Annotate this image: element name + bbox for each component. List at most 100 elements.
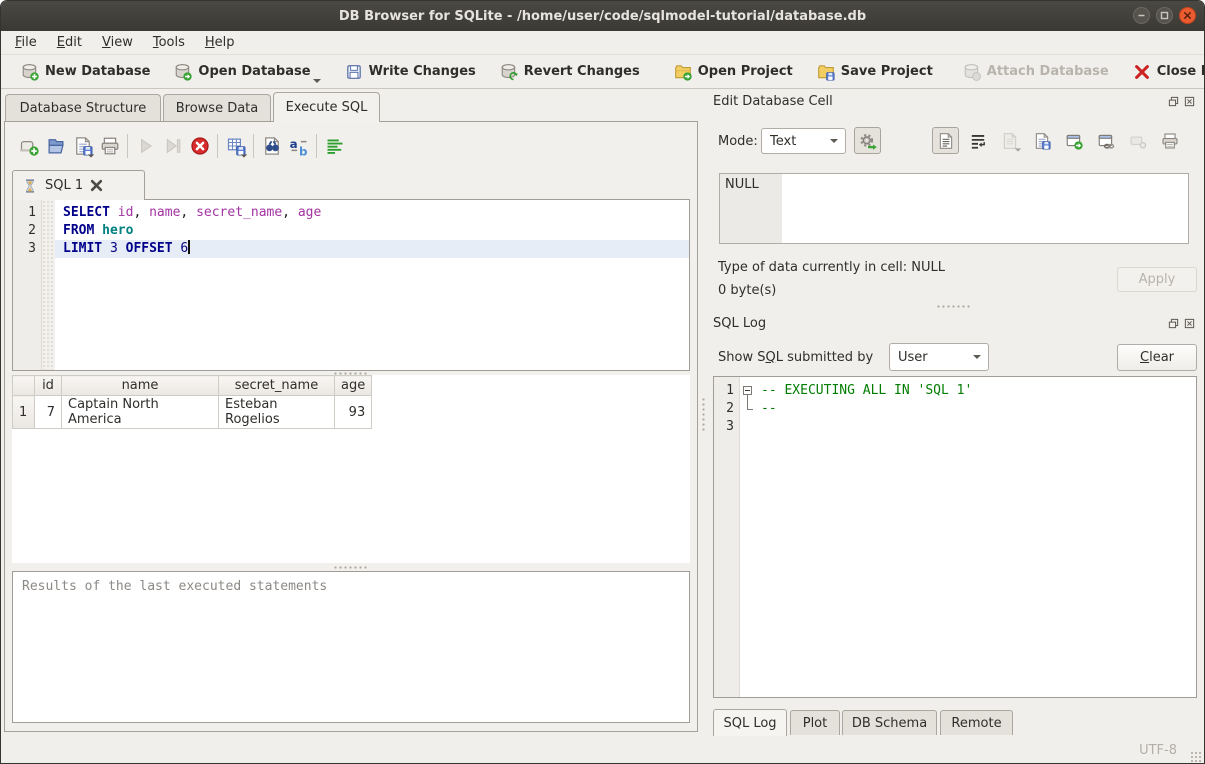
table-cell[interactable]: Esteban Rogelios <box>219 396 335 429</box>
open-external-button[interactable] <box>1060 127 1087 154</box>
attach-database-button[interactable]: Attach Database <box>951 58 1121 86</box>
find-replace-button[interactable]: ab <box>285 133 312 160</box>
toolbar-button-label: Open Database <box>198 64 310 79</box>
log-filter-select[interactable]: User <box>889 343 989 371</box>
export-results-button[interactable] <box>222 133 249 160</box>
apply-button[interactable]: Apply <box>1117 267 1197 292</box>
table-row[interactable]: 17Captain North AmericaEsteban Rogelios9… <box>13 396 372 429</box>
column-header-age[interactable]: age <box>335 376 372 396</box>
float-log-icon[interactable] <box>1168 318 1179 329</box>
window-title: DB Browser for SQLite - /home/user/code/… <box>339 9 866 24</box>
sql-line-2[interactable]: FROM hero <box>55 222 689 240</box>
sql-tab[interactable]: SQL 1 <box>12 170 145 200</box>
save-project-button[interactable]: Save Project <box>805 58 945 86</box>
results-grid[interactable]: idnamesecret_nameage17Captain North Amer… <box>12 375 690 563</box>
column-header-secret_name[interactable]: secret_name <box>219 376 335 396</box>
toolbar-button-label: Attach Database <box>987 64 1109 79</box>
log-line-number: 3 <box>714 418 734 436</box>
set-null-button[interactable] <box>1124 127 1151 154</box>
auto-switch-mode-button[interactable] <box>854 127 881 154</box>
dock-tab-plot[interactable]: Plot <box>790 710 840 735</box>
text-mode-button[interactable] <box>932 127 959 154</box>
write-changes-button[interactable]: Write Changes <box>333 58 488 86</box>
sql-code[interactable]: SELECT id, name, secret_name, ageFROM he… <box>55 200 689 370</box>
revert-changes-button[interactable]: Revert Changes <box>488 58 652 86</box>
word-wrap-icon <box>969 132 987 150</box>
printer-icon <box>100 136 120 156</box>
new-sql-tab-button[interactable] <box>15 133 42 160</box>
main-toolbar: New Database Open Database Write Changes Re… <box>1 55 1204 89</box>
clear-log-button[interactable]: Clear <box>1117 344 1197 371</box>
float-panel-icon[interactable] <box>1168 96 1179 107</box>
save-sql-file-button[interactable] <box>69 133 96 160</box>
close-icon[interactable] <box>1179 7 1196 24</box>
print-cell-button[interactable] <box>1156 127 1183 154</box>
table-cell[interactable]: 93 <box>335 396 372 429</box>
dock-tab-db-schema[interactable]: DB Schema <box>842 710 937 735</box>
close-log-icon[interactable] <box>1184 318 1195 329</box>
table-cell[interactable]: 7 <box>35 396 62 429</box>
execution-results-message[interactable]: Results of the last executed statements <box>12 571 690 723</box>
dropdown-caret-icon[interactable] <box>1015 148 1021 151</box>
dock-splitter[interactable] <box>936 304 972 310</box>
encoding-indicator[interactable]: UTF-8 <box>1139 743 1177 758</box>
sql-line-3[interactable]: LIMIT 3 OFFSET 6 <box>55 240 689 258</box>
cell-editor[interactable]: NULL <box>719 173 1189 244</box>
execute-current-line-button[interactable] <box>159 133 186 160</box>
dock-tab-sql-log[interactable]: SQL Log <box>713 709 787 736</box>
tab-execute-sql[interactable]: Execute SQL <box>273 92 380 122</box>
menu-edit[interactable]: Edit <box>47 33 92 52</box>
menu-file[interactable]: File <box>5 33 47 52</box>
sql-log-view[interactable]: 123 -- EXECUTING ALL IN 'SQL 1'-- <box>713 376 1197 698</box>
print-sql-button[interactable] <box>96 133 123 160</box>
new-database-button[interactable]: New Database <box>9 58 162 86</box>
line-number: 2 <box>13 222 36 240</box>
table-message-splitter[interactable] <box>333 565 369 571</box>
table-cell[interactable]: Captain North America <box>62 396 219 429</box>
word-wrap-button[interactable] <box>964 127 991 154</box>
menu-tools[interactable]: Tools <box>143 33 195 52</box>
execute-sql-button[interactable] <box>132 133 159 160</box>
dropdown-caret-icon[interactable] <box>313 79 321 83</box>
row-number[interactable]: 1 <box>13 396 35 429</box>
menu-help[interactable]: Help <box>195 33 245 52</box>
sql-log-title: SQL Log <box>713 316 766 331</box>
minimize-icon[interactable] <box>1133 7 1150 24</box>
editor-table-splitter[interactable] <box>333 371 369 377</box>
dropdown-caret-icon[interactable] <box>241 154 247 157</box>
panel-splitter[interactable] <box>701 397 707 431</box>
copy-link-button[interactable] <box>1092 127 1119 154</box>
open-project-button[interactable]: Open Project <box>662 58 805 86</box>
sql-tab-label: SQL 1 <box>45 178 83 193</box>
sql-editor[interactable]: 123 SELECT id, name, secret_name, ageFRO… <box>12 199 690 371</box>
tab-browse-data[interactable]: Browse Data <box>163 94 271 121</box>
close-tab-icon[interactable] <box>90 179 103 192</box>
dropdown-caret-icon[interactable] <box>88 154 94 157</box>
close-database-button[interactable]: Close Database <box>1121 58 1205 86</box>
cell-type-info: Type of data currently in cell: NULL <box>718 260 945 275</box>
column-header-id[interactable]: id <box>35 376 62 396</box>
toolbar-button-label: Revert Changes <box>524 64 640 79</box>
sql-line-1[interactable]: SELECT id, name, secret_name, age <box>55 204 689 222</box>
open-sql-file-button[interactable] <box>42 133 69 160</box>
export-data-button[interactable] <box>1028 127 1055 154</box>
fold-collapse-icon[interactable] <box>743 386 752 395</box>
row-number-header[interactable] <box>13 376 35 396</box>
open-database-button[interactable]: Open Database <box>162 58 322 86</box>
log-fold-margin[interactable] <box>740 377 757 697</box>
close-panel-icon[interactable] <box>1184 96 1195 107</box>
find-button[interactable] <box>258 133 285 160</box>
tab-database-structure[interactable]: Database Structure <box>5 94 161 121</box>
column-header-name[interactable]: name <box>62 376 219 396</box>
maximize-icon[interactable] <box>1156 7 1173 24</box>
mode-select[interactable]: Text <box>761 128 846 154</box>
stop-execution-button[interactable] <box>186 133 213 160</box>
cell-text-area[interactable] <box>782 174 1188 243</box>
app-window: DB Browser for SQLite - /home/user/code/… <box>0 0 1205 764</box>
import-data-button[interactable] <box>996 127 1023 154</box>
menu-view[interactable]: View <box>92 33 143 52</box>
titlebar[interactable]: DB Browser for SQLite - /home/user/code/… <box>1 1 1204 31</box>
dock-tab-remote[interactable]: Remote <box>940 710 1013 735</box>
format-sql-button[interactable] <box>321 133 348 160</box>
resize-grip[interactable] <box>1190 751 1202 763</box>
